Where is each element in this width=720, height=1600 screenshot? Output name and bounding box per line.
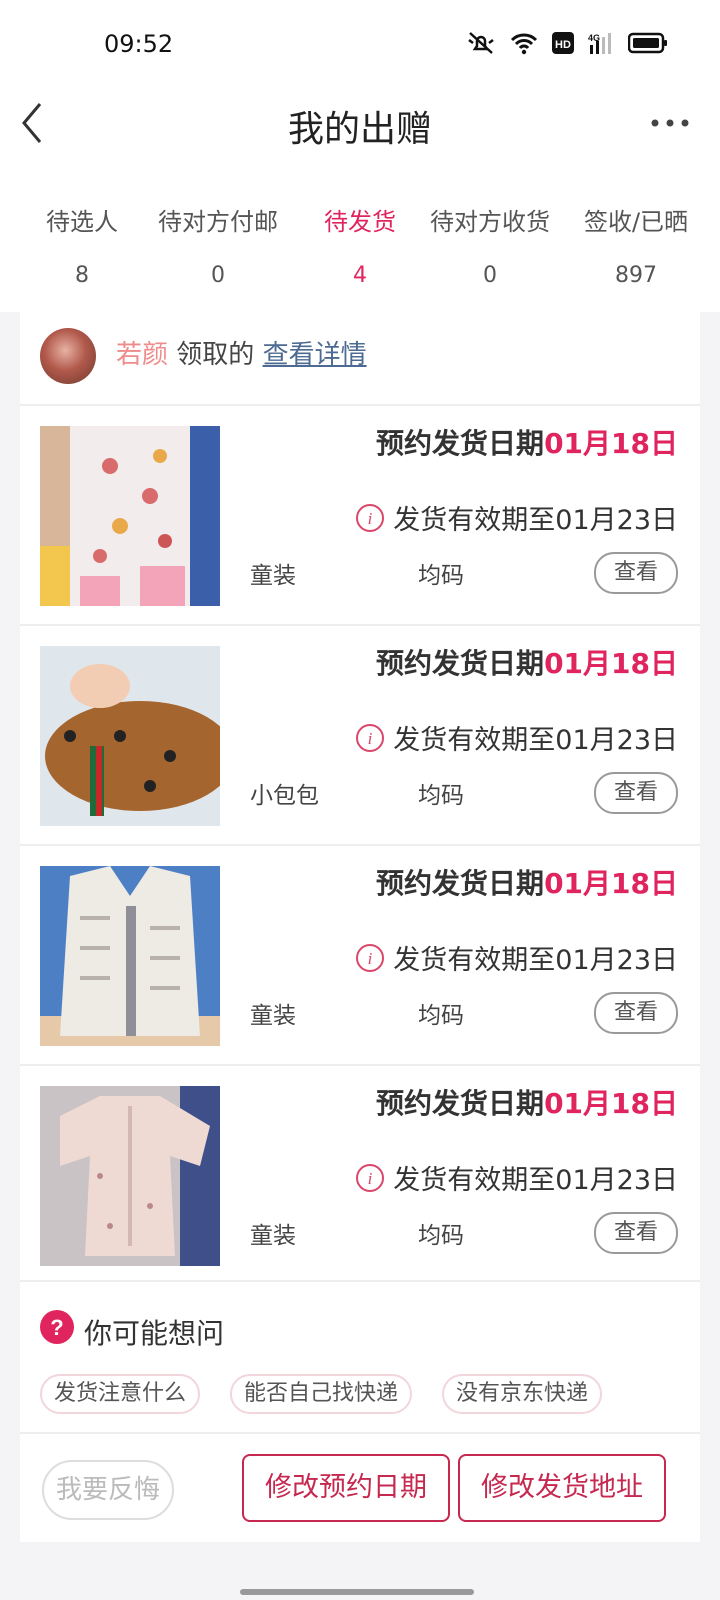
- battery-icon: [628, 32, 667, 54]
- ship-validity: i 发货有效期至01月23日: [355, 498, 678, 537]
- validity-text: 发货有效期至01月23日: [393, 505, 678, 536]
- faq-section: ? 你可能想问 发货注意什么 能否自己找快递 没有京东快递: [20, 1280, 700, 1432]
- svg-text:i: i: [368, 1169, 373, 1188]
- signal-4g-icon: 4G: [588, 33, 611, 54]
- regret-button[interactable]: 我要反悔: [42, 1460, 174, 1520]
- tab-count: 0: [483, 263, 497, 288]
- item-photo[interactable]: [40, 426, 220, 606]
- item-category: 小包包: [250, 783, 319, 809]
- faq-chip[interactable]: 没有京东快递: [442, 1374, 603, 1414]
- schedule-label: 预约发货日期: [376, 427, 545, 460]
- info-icon: i: [356, 723, 385, 752]
- item-category: 童装: [250, 1003, 296, 1029]
- action-bar: 我要反悔 修改预约日期 修改发货地址: [20, 1432, 700, 1542]
- status-time: 09:52: [104, 30, 174, 58]
- view-button[interactable]: 查看: [594, 992, 678, 1034]
- schedule-label: 预约发货日期: [376, 1087, 545, 1120]
- ship-validity: i 发货有效期至01月23日: [355, 718, 678, 757]
- mute-bell-icon: [468, 32, 494, 54]
- hd-icon: HD: [552, 32, 574, 54]
- tab-label: 待对方收货: [430, 208, 550, 236]
- more-options-icon[interactable]: [650, 118, 690, 128]
- schedule-label: 预约发货日期: [376, 867, 545, 900]
- validity-text: 发货有效期至01月23日: [393, 725, 678, 756]
- avatar[interactable]: [40, 328, 96, 384]
- faq-chip[interactable]: 发货注意什么: [40, 1374, 201, 1414]
- scheduled-ship-date: 预约发货日期01月18日: [376, 862, 678, 902]
- recipient-row: 若颜 领取的 查看详情: [20, 312, 700, 404]
- item-size: 均码: [418, 1003, 464, 1029]
- claimed-label: 领取的: [176, 340, 255, 370]
- item-size: 均码: [418, 563, 464, 589]
- view-details-link[interactable]: 查看详情: [263, 340, 367, 370]
- tab-count: 4: [353, 263, 367, 288]
- home-indicator[interactable]: [240, 1589, 474, 1595]
- faq-chip[interactable]: 能否自己找快递: [230, 1374, 413, 1414]
- tab-label: 待对方付邮: [158, 208, 278, 236]
- gift-item: 预约发货日期01月18日 i 发货有效期至01月23日 小包包 均码 查看: [20, 624, 700, 846]
- schedule-date: 01月18日: [544, 867, 678, 900]
- svg-text:i: i: [368, 949, 373, 968]
- gift-item: 预约发货日期01月18日 i 发货有效期至01月23日 童装 均码 查看: [20, 844, 700, 1066]
- item-photo[interactable]: [40, 646, 220, 826]
- info-icon: i: [356, 943, 385, 972]
- gift-item: 预约发货日期01月18日 i 发货有效期至01月23日 童装 均码 查看: [20, 404, 700, 626]
- schedule-date: 01月18日: [544, 427, 678, 460]
- faq-title: 你可能想问: [84, 1317, 225, 1350]
- item-size: 均码: [418, 1223, 464, 1249]
- recipient-text: 若颜 领取的 查看详情: [116, 334, 367, 371]
- status-bar: 09:52 HD 4G: [0, 0, 720, 90]
- view-button[interactable]: 查看: [594, 772, 678, 814]
- status-icons: HD 4G: [466, 30, 668, 56]
- schedule-label: 预约发货日期: [376, 647, 545, 680]
- validity-text: 发货有效期至01月23日: [393, 1165, 678, 1196]
- tab-count: 0: [211, 263, 225, 288]
- info-icon: i: [356, 1163, 385, 1192]
- tab-pending-shipment[interactable]: 待发货 4: [291, 202, 429, 322]
- ship-validity: i 发货有效期至01月23日: [355, 1158, 678, 1197]
- tab-pending-select[interactable]: 待选人 8: [13, 202, 151, 288]
- tab-label: 待发货: [324, 208, 396, 236]
- info-icon: i: [356, 503, 385, 532]
- scheduled-ship-date: 预约发货日期01月18日: [376, 1082, 678, 1122]
- ship-validity: i 发货有效期至01月23日: [355, 938, 678, 977]
- svg-text:HD: HD: [555, 39, 571, 51]
- svg-text:?: ?: [50, 1315, 63, 1340]
- item-photo[interactable]: [40, 866, 220, 1046]
- schedule-date: 01月18日: [544, 647, 678, 680]
- question-icon: ?: [40, 1310, 74, 1344]
- item-photo[interactable]: [40, 1086, 220, 1266]
- gift-item: 预约发货日期01月18日 i 发货有效期至01月23日 童装 均码 查看: [20, 1064, 700, 1286]
- validity-text: 发货有效期至01月23日: [393, 945, 678, 976]
- tab-pending-postage[interactable]: 待对方付邮 0: [149, 202, 287, 288]
- tab-label: 签收/已晒: [583, 208, 689, 236]
- scheduled-ship-date: 预约发货日期01月18日: [376, 642, 678, 682]
- app-header: 我的出赠: [0, 90, 720, 190]
- tab-count: 897: [615, 263, 657, 288]
- change-address-button[interactable]: 修改发货地址: [458, 1454, 666, 1522]
- item-size: 均码: [418, 783, 464, 809]
- view-button[interactable]: 查看: [594, 552, 678, 594]
- svg-text:i: i: [368, 509, 373, 528]
- tab-label: 待选人: [46, 208, 118, 236]
- schedule-date: 01月18日: [544, 1087, 678, 1120]
- svg-text:i: i: [368, 729, 373, 748]
- item-category: 童装: [250, 563, 296, 589]
- scheduled-ship-date: 预约发货日期01月18日: [376, 422, 678, 462]
- change-date-button[interactable]: 修改预约日期: [242, 1454, 450, 1522]
- tab-count: 8: [75, 263, 89, 288]
- page-title: 我的出赠: [287, 109, 432, 150]
- item-category: 童装: [250, 1223, 296, 1249]
- tab-pending-receipt[interactable]: 待对方收货 0: [421, 202, 559, 288]
- status-tabs: 待选人 8 待对方付邮 0 待发货 4 待对方收货 0 签收/已晒 897: [0, 190, 720, 322]
- tab-signed-shared[interactable]: 签收/已晒 897: [567, 202, 705, 288]
- view-button[interactable]: 查看: [594, 1212, 678, 1254]
- recipient-name[interactable]: 若颜: [116, 340, 168, 370]
- wifi-icon: [510, 33, 538, 55]
